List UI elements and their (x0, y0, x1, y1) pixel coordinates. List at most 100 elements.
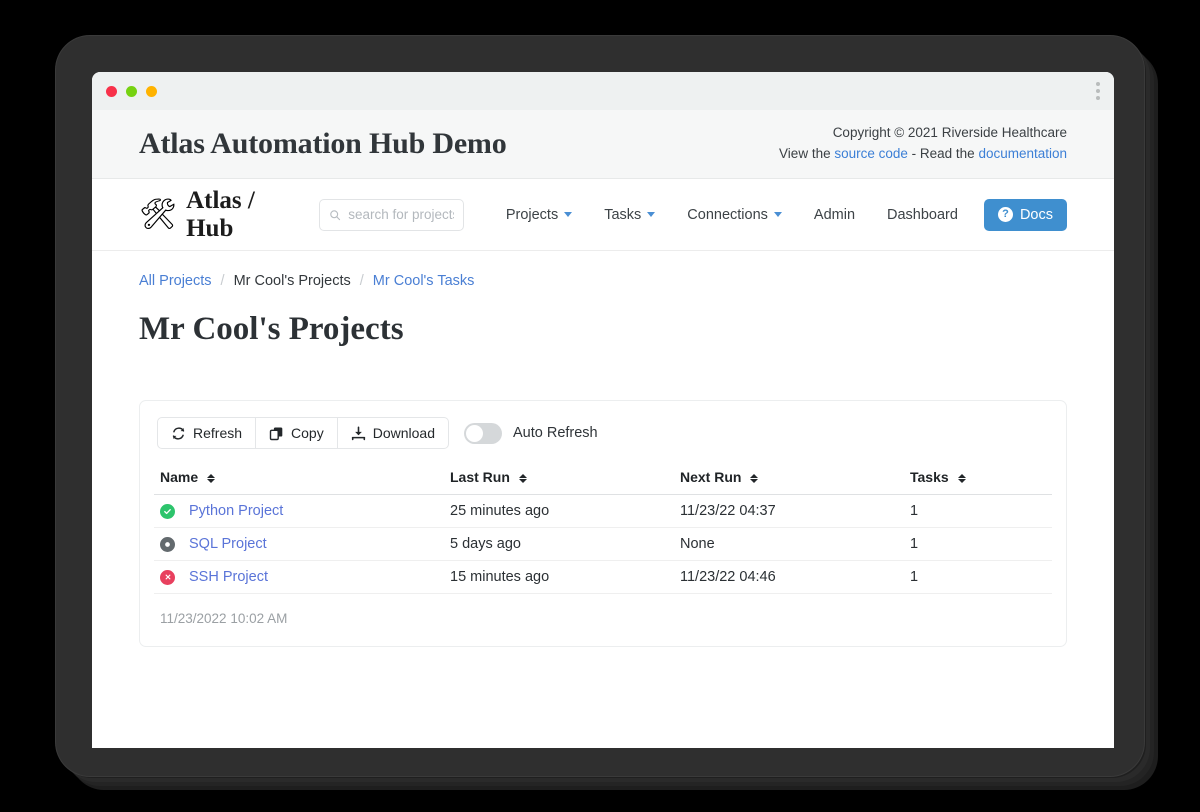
nav-label-dashboard: Dashboard (887, 207, 958, 223)
table-row: Python Project 25 minutes ago 11/23/22 0… (154, 495, 1052, 528)
column-header-next-run[interactable]: Next Run (674, 465, 904, 495)
hammer-and-wrench-icon: 🛠 (139, 200, 177, 230)
auto-refresh-label: Auto Refresh (513, 425, 598, 441)
sort-icon (207, 474, 215, 483)
refresh-icon (171, 426, 186, 441)
page-content: All Projects / Mr Cool's Projects / Mr C… (92, 251, 1114, 647)
nav-item-admin[interactable]: Admin (798, 201, 871, 229)
page-title: Mr Cool's Projects (139, 311, 1067, 348)
copyright-block: Copyright © 2021 Riverside Healthcare Vi… (779, 123, 1067, 165)
cell-name: Python Project (154, 495, 444, 528)
toolbar-button-group: Refresh Copy (157, 417, 449, 449)
breadcrumb: All Projects / Mr Cool's Projects / Mr C… (139, 273, 1067, 289)
search-input[interactable] (348, 207, 454, 222)
breadcrumb-item-tasks[interactable]: Mr Cool's Tasks (373, 273, 475, 289)
cell-tasks: 1 (904, 528, 1052, 561)
nav-item-connections[interactable]: Connections (671, 201, 798, 229)
cell-next-run: 11/23/22 04:37 (674, 495, 904, 528)
nav-label-admin: Admin (814, 207, 855, 223)
docs-button[interactable]: ? Docs (984, 199, 1067, 231)
close-button[interactable] (106, 86, 117, 97)
column-label-last-run: Last Run (450, 469, 510, 485)
nav-item-projects[interactable]: Projects (490, 201, 588, 229)
brand[interactable]: 🛠 Atlas / Hub (139, 187, 285, 243)
search-icon (329, 208, 341, 222)
auto-refresh-control: Auto Refresh (464, 423, 598, 444)
minimize-button[interactable] (146, 86, 157, 97)
cell-next-run: None (674, 528, 904, 561)
sort-icon (519, 474, 527, 483)
sort-icon (958, 474, 966, 483)
nav-label-projects: Projects (506, 207, 558, 223)
card-footer-timestamp: 11/23/2022 10:02 AM (154, 594, 1052, 638)
projects-table: Name Last Run Next Run (154, 465, 1052, 594)
window-controls (106, 86, 157, 97)
refresh-button[interactable]: Refresh (157, 417, 256, 449)
nav-label-tasks: Tasks (604, 207, 641, 223)
main-navbar: 🛠 Atlas / Hub Projects Tasks (92, 179, 1114, 251)
column-header-last-run[interactable]: Last Run (444, 465, 674, 495)
documentation-link[interactable]: documentation (978, 146, 1067, 161)
kebab-menu-icon[interactable] (1096, 82, 1100, 100)
copy-button[interactable]: Copy (256, 417, 338, 449)
page-header-band: Atlas Automation Hub Demo Copyright © 20… (92, 110, 1114, 179)
breadcrumb-separator: / (221, 273, 225, 289)
credits-line: View the source code - Read the document… (779, 144, 1067, 165)
download-icon (351, 426, 366, 441)
table-toolbar: Refresh Copy (154, 417, 1052, 449)
stop-circle-icon (160, 537, 175, 552)
breadcrumb-item-current: Mr Cool's Projects (234, 273, 351, 289)
table-header-row: Name Last Run Next Run (154, 465, 1052, 495)
cell-last-run: 15 minutes ago (444, 561, 674, 594)
projects-card: Refresh Copy (139, 400, 1067, 647)
browser-window: Atlas Automation Hub Demo Copyright © 20… (92, 72, 1114, 748)
cell-last-run: 25 minutes ago (444, 495, 674, 528)
cell-name: SQL Project (154, 528, 444, 561)
copy-icon (269, 426, 284, 441)
table-head: Name Last Run Next Run (154, 465, 1052, 495)
copy-button-label: Copy (291, 425, 324, 441)
table-row: SSH Project 15 minutes ago 11/23/22 04:4… (154, 561, 1052, 594)
site-title: Atlas Automation Hub Demo (139, 127, 507, 161)
chevron-down-icon (564, 212, 572, 217)
cell-next-run: 11/23/22 04:46 (674, 561, 904, 594)
search-box[interactable] (319, 199, 463, 231)
project-link[interactable]: Python Project (189, 503, 283, 519)
nav-item-dashboard[interactable]: Dashboard (871, 201, 974, 229)
project-link[interactable]: SQL Project (189, 536, 267, 552)
column-label-next-run: Next Run (680, 469, 741, 485)
docs-button-label: Docs (1020, 207, 1053, 223)
chevron-down-icon (647, 212, 655, 217)
brand-text: Atlas / Hub (186, 187, 285, 243)
auto-refresh-toggle[interactable] (464, 423, 502, 444)
download-button[interactable]: Download (338, 417, 449, 449)
source-code-link[interactable]: source code (834, 146, 908, 161)
refresh-button-label: Refresh (193, 425, 242, 441)
check-circle-icon (160, 504, 175, 519)
window-titlebar (92, 72, 1114, 110)
read-the-label: - Read the (908, 146, 979, 161)
project-link[interactable]: SSH Project (189, 569, 268, 585)
breadcrumb-separator: / (360, 273, 364, 289)
chevron-down-icon (774, 212, 782, 217)
nav-links: Projects Tasks Connections Admin Dashboa… (490, 199, 1067, 231)
maximize-button[interactable] (126, 86, 137, 97)
column-header-name[interactable]: Name (154, 465, 444, 495)
question-circle-icon: ? (998, 207, 1013, 222)
column-label-name: Name (160, 469, 198, 485)
nav-item-tasks[interactable]: Tasks (588, 201, 671, 229)
download-button-label: Download (373, 425, 435, 441)
x-circle-icon (160, 570, 175, 585)
device-frame: Atlas Automation Hub Demo Copyright © 20… (56, 36, 1144, 776)
view-the-label: View the (779, 146, 834, 161)
cell-last-run: 5 days ago (444, 528, 674, 561)
cell-name: SSH Project (154, 561, 444, 594)
cell-tasks: 1 (904, 561, 1052, 594)
table-body: Python Project 25 minutes ago 11/23/22 0… (154, 495, 1052, 594)
copyright-text: Copyright © 2021 Riverside Healthcare (779, 123, 1067, 144)
column-header-tasks[interactable]: Tasks (904, 465, 1052, 495)
column-label-tasks: Tasks (910, 469, 949, 485)
breadcrumb-item-all-projects[interactable]: All Projects (139, 273, 212, 289)
sort-icon (750, 474, 758, 483)
nav-label-connections: Connections (687, 207, 768, 223)
